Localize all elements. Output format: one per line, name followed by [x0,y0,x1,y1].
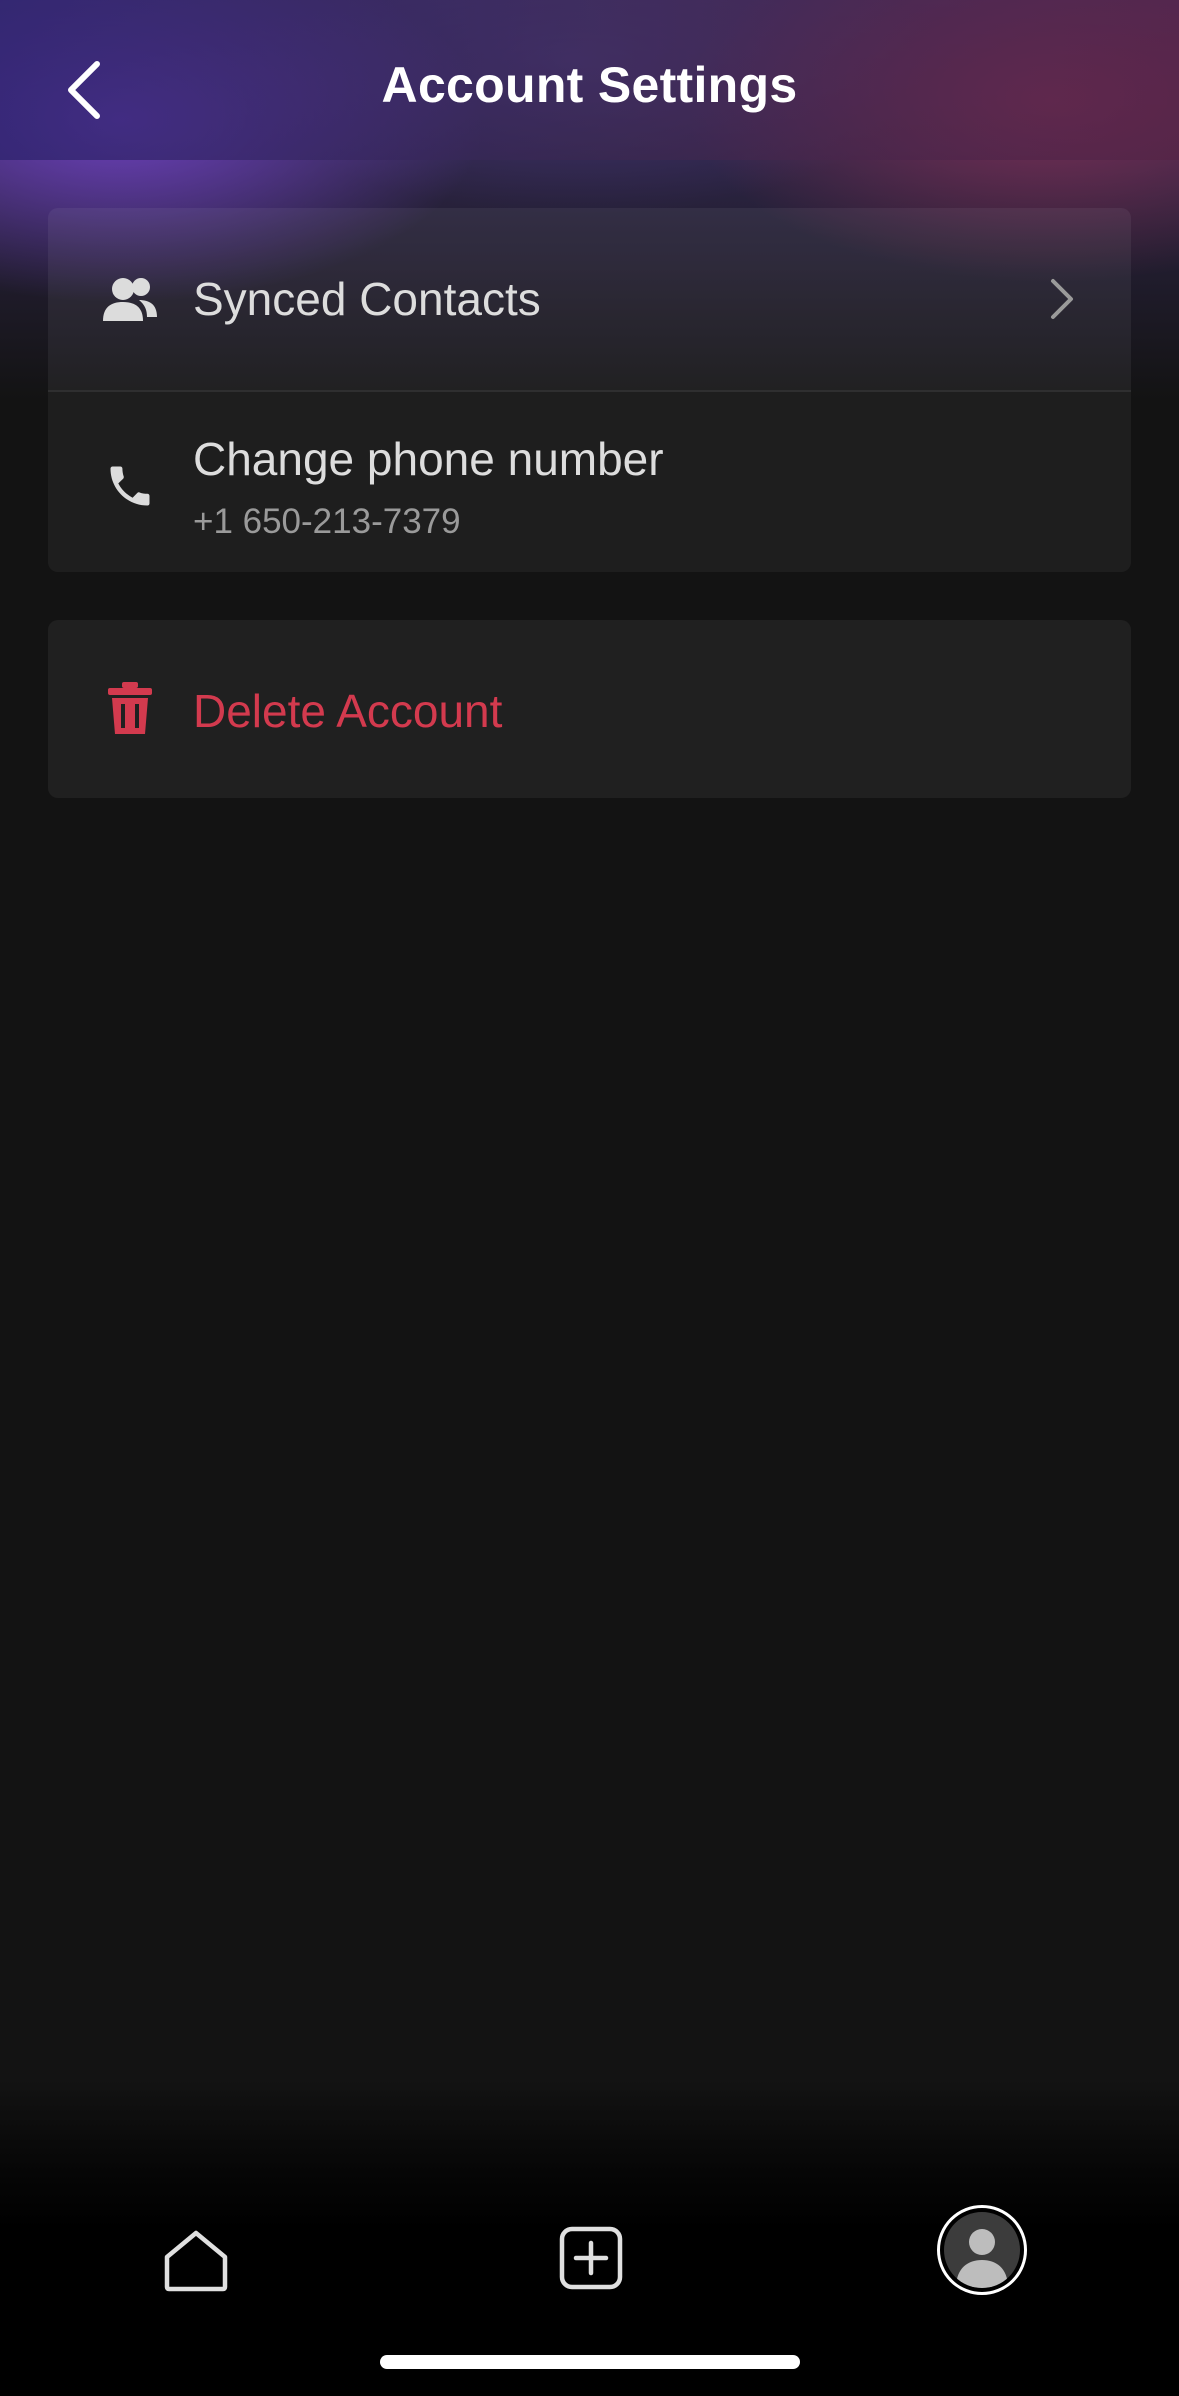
synced-contacts-row[interactable]: Synced Contacts [48,208,1131,390]
home-icon [164,2230,228,2292]
avatar-icon [944,2212,1020,2288]
phone-icon [100,456,160,516]
nav-create-button[interactable] [541,2208,641,2308]
chevron-right-icon [1041,274,1081,324]
nav-home-button[interactable] [146,2210,246,2310]
nav-profile-button[interactable] [932,2200,1032,2300]
account-settings-screen: Account Settings Synced Contacts Change … [0,0,1179,2396]
delete-account-label: Delete Account [193,685,503,737]
page-title: Account Settings [381,57,798,113]
change-phone-row[interactable]: Change phone number +1 650-213-7379 [48,390,1131,572]
avatar [937,2205,1027,2295]
bottom-navigation-bar [0,2080,1179,2396]
phone-number-value: +1 650-213-7379 [193,502,461,541]
synced-contacts-label: Synced Contacts [193,273,541,325]
home-indicator[interactable] [380,2355,800,2369]
people-icon [100,270,160,330]
top-bar: Account Settings [0,0,1179,160]
change-phone-label: Change phone number [193,433,664,485]
danger-zone-card: Delete Account [48,620,1131,798]
trash-icon [100,678,160,738]
account-options-card: Synced Contacts Change phone number +1 6… [48,208,1131,572]
delete-account-row[interactable]: Delete Account [48,620,1131,798]
plus-square-icon [559,2226,623,2290]
